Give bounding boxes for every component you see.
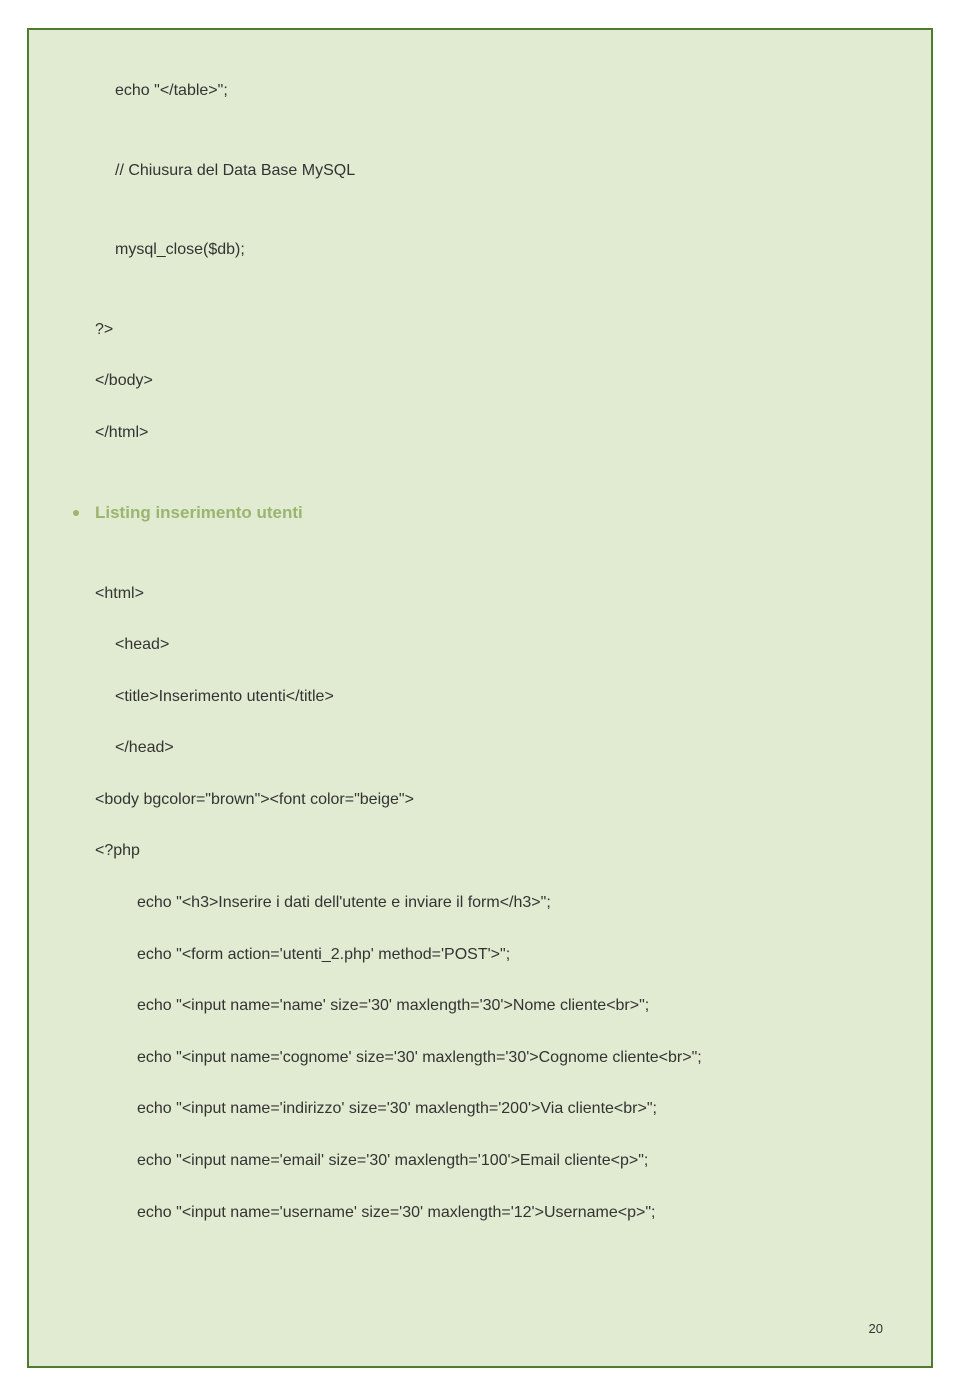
code-line: <title>Inserimento utenti</title> <box>95 686 875 708</box>
code-line: </html> <box>95 422 875 444</box>
code-line: echo "<h3>Inserire i dati dell'utente e … <box>95 892 875 914</box>
code-line: <?php <box>95 840 875 862</box>
code-line: mysql_close($db); <box>95 239 875 261</box>
bullet-icon <box>73 510 79 516</box>
code-line: echo "<input name='username' size='30' m… <box>95 1202 875 1224</box>
code-line: echo "<form action='utenti_2.php' method… <box>95 944 875 966</box>
page-number: 20 <box>869 1321 883 1336</box>
code-line: // Chiusura del Data Base MySQL <box>95 160 875 182</box>
code-line: <body bgcolor="brown"><font color="beige… <box>95 789 875 811</box>
code-line: </body> <box>95 370 875 392</box>
code-line: <head> <box>95 634 875 656</box>
content-area: echo "</table>"; // Chiusura del Data Ba… <box>95 80 875 1253</box>
code-line: echo "<input name='email' size='30' maxl… <box>95 1150 875 1172</box>
bullet-item: Listing inserimento utenti <box>73 502 875 525</box>
code-line: echo "<input name='cognome' size='30' ma… <box>95 1047 875 1069</box>
code-line: echo "</table>"; <box>95 80 875 102</box>
code-line: echo "<input name='indirizzo' size='30' … <box>95 1098 875 1120</box>
code-line: <html> <box>95 583 875 605</box>
page-frame: echo "</table>"; // Chiusura del Data Ba… <box>27 28 933 1368</box>
code-line: ?> <box>95 319 875 341</box>
bullet-label: Listing inserimento utenti <box>95 502 303 525</box>
code-line: </head> <box>95 737 875 759</box>
code-line: echo "<input name='name' size='30' maxle… <box>95 995 875 1017</box>
